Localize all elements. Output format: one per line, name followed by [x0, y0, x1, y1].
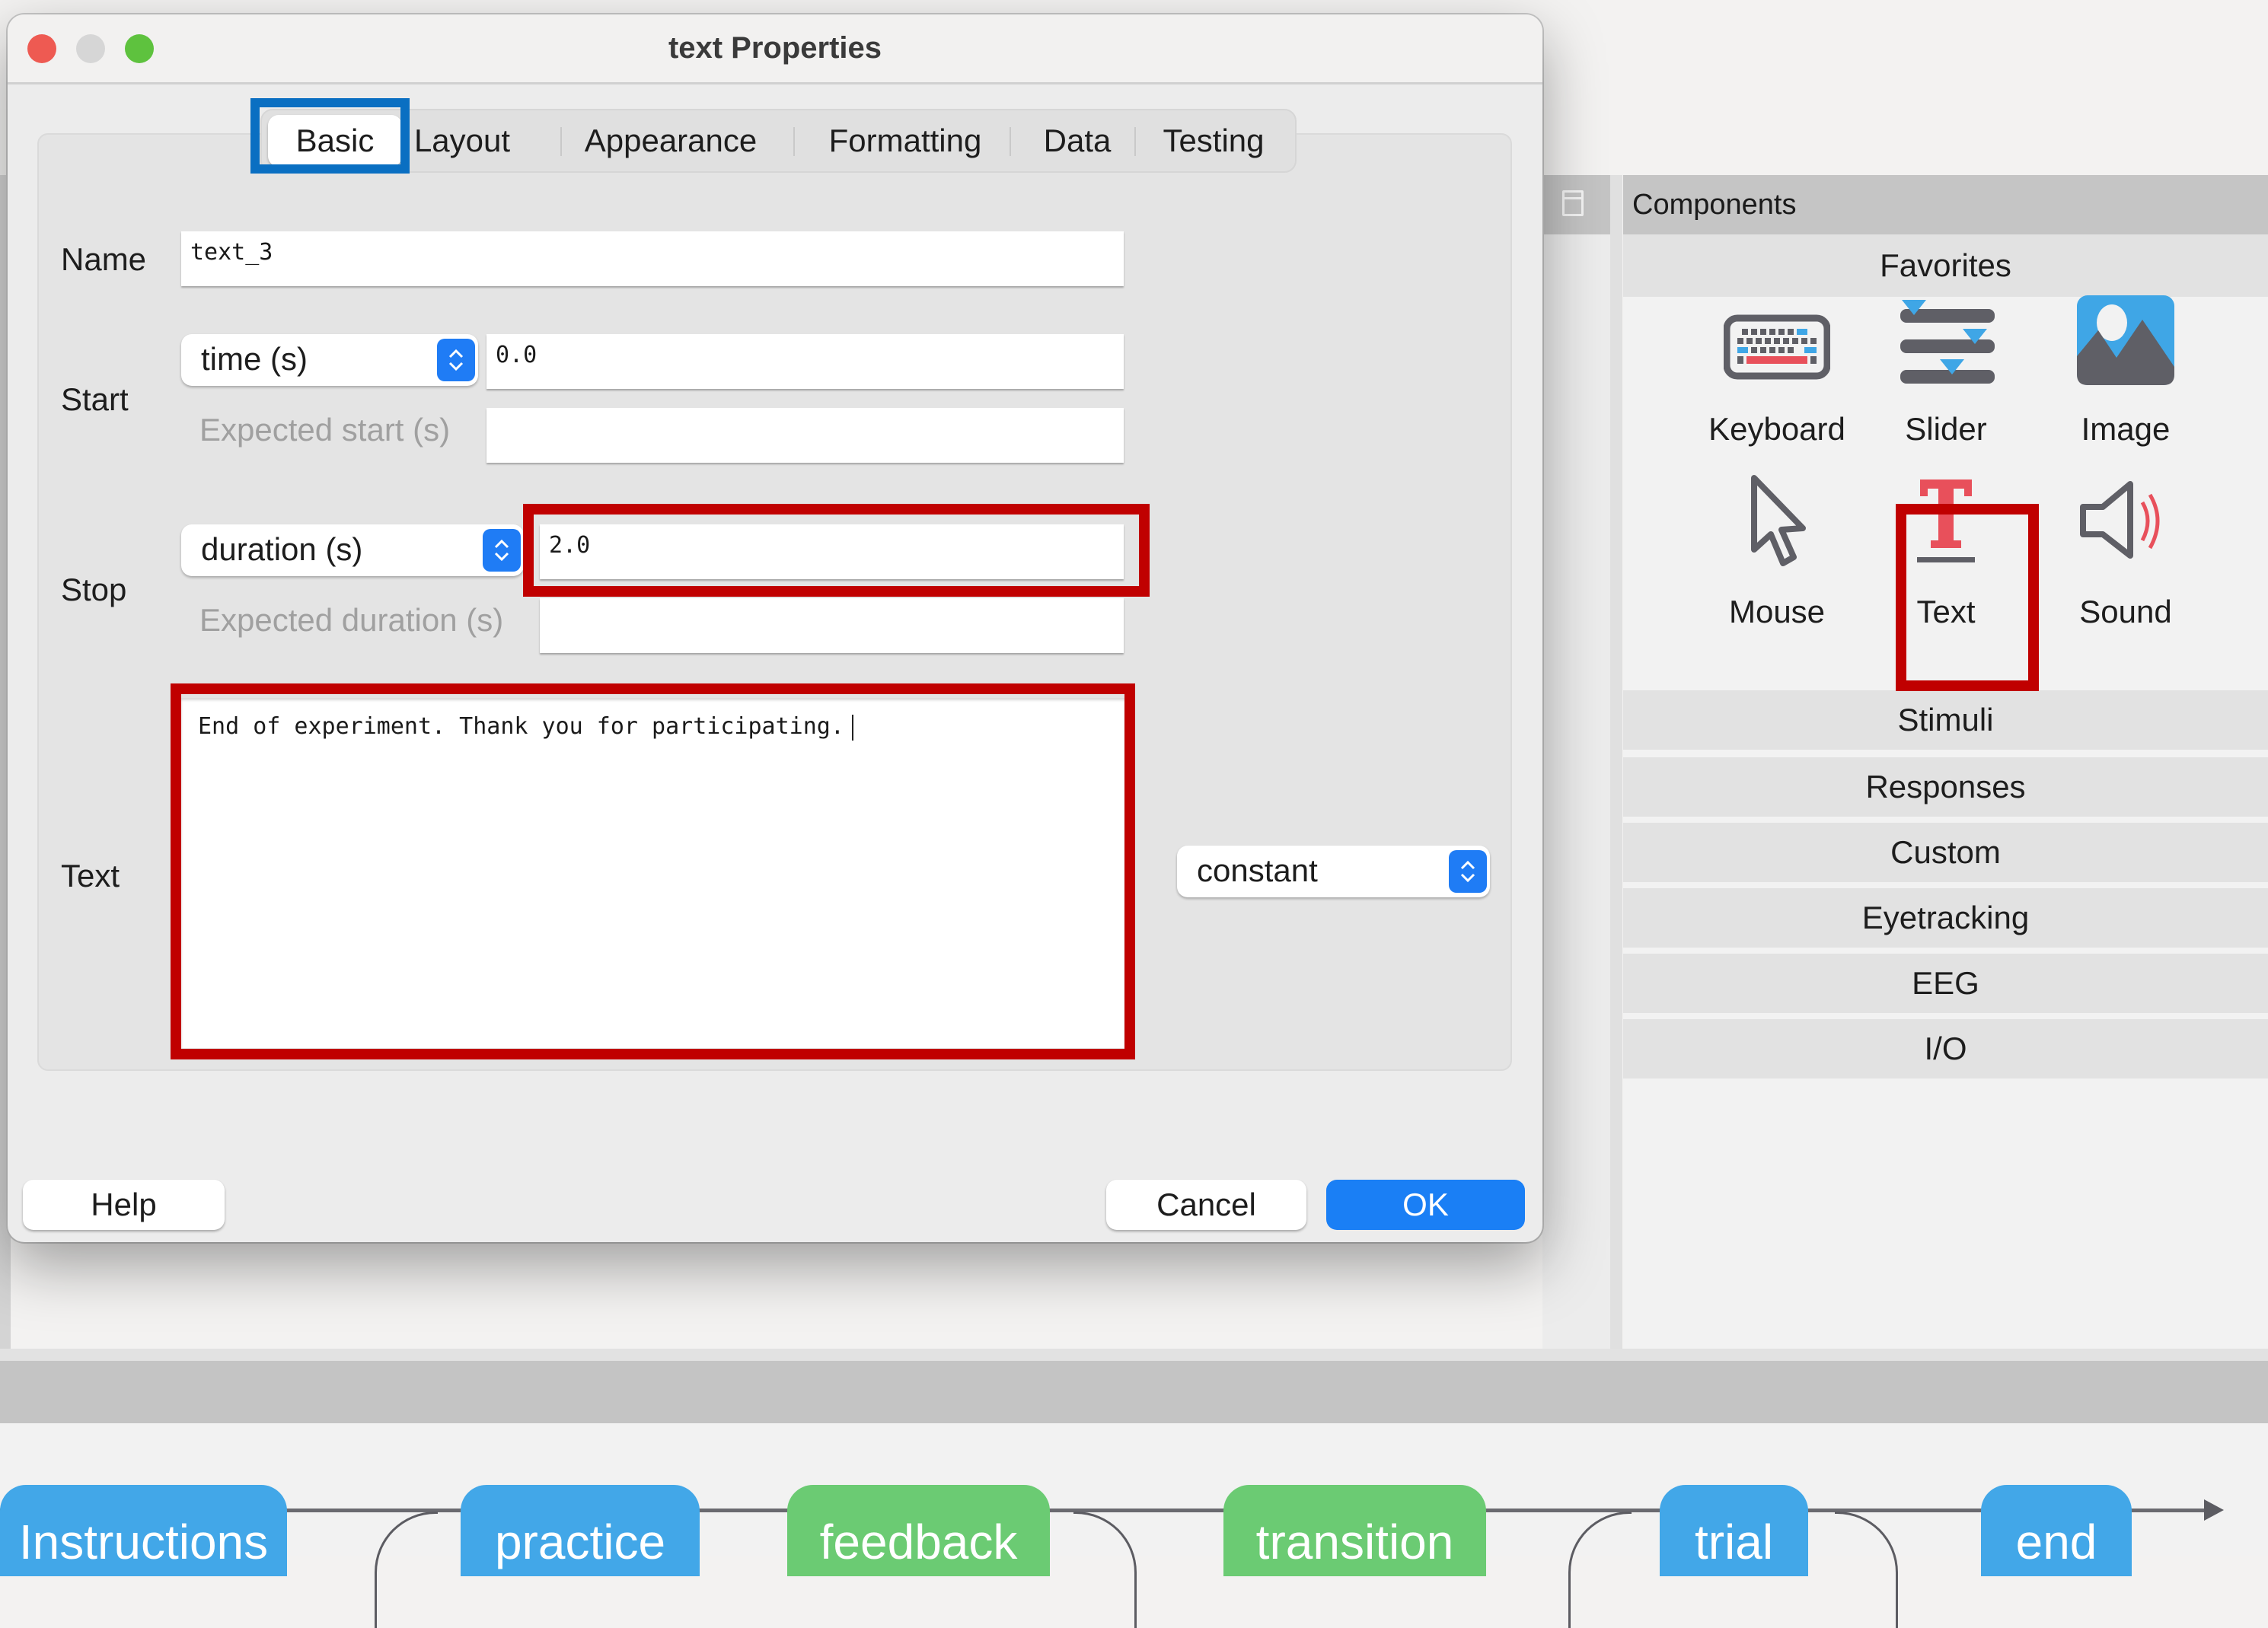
expected-start-input[interactable] — [486, 408, 1124, 463]
category-eeg[interactable]: EEG — [1623, 954, 2268, 1013]
text-content-textarea[interactable]: End of experiment. Thank you for partici… — [181, 698, 1125, 1048]
expected-start-label: Expected start (s) — [199, 412, 451, 448]
component-slider[interactable]: Slider — [1870, 297, 2022, 472]
tab-separator — [1010, 127, 1011, 156]
select-stepper-icon — [1449, 850, 1487, 893]
flow-arrow-icon — [2204, 1499, 2224, 1521]
properties-dialog: text Properties Basic Layout Appearance … — [8, 14, 1542, 1242]
components-panel: Components Favorites Keyboard Slider Ima… — [1623, 175, 2268, 1361]
component-label: Keyboard — [1708, 411, 1845, 447]
category-io[interactable]: I/O — [1623, 1019, 2268, 1078]
component-label: Image — [2081, 411, 2171, 447]
expected-duration-input[interactable] — [540, 598, 1124, 653]
start-type-select[interactable]: time (s) — [181, 334, 478, 386]
speaker-icon — [2080, 481, 2160, 559]
flow-panel-border — [0, 1349, 2268, 1361]
slider-icon — [1900, 300, 1995, 384]
text-caret — [851, 714, 853, 741]
text-update-select[interactable]: constant — [1177, 846, 1490, 897]
category-custom[interactable]: Custom — [1623, 823, 2268, 882]
routine-trial[interactable]: trial — [1660, 1485, 1808, 1576]
routine-practice[interactable]: practice — [461, 1485, 700, 1576]
component-text[interactable]: Text — [1870, 479, 2022, 655]
text-update-value: constant — [1197, 852, 1318, 888]
ok-button[interactable]: OK — [1326, 1180, 1525, 1230]
tab-formatting[interactable]: Formatting — [802, 110, 1008, 171]
help-button[interactable]: Help — [23, 1180, 225, 1230]
text-icon — [1917, 479, 1975, 562]
favorites-grid: Keyboard Slider Image Mouse Text Sound — [1623, 295, 2268, 690]
name-input[interactable]: text_3 — [181, 231, 1124, 286]
component-label: Sound — [2079, 594, 2172, 629]
tab-bar: Basic Layout Appearance Formatting Data … — [260, 109, 1297, 173]
select-stepper-icon — [483, 529, 521, 572]
tab-testing[interactable]: Testing — [1147, 110, 1281, 171]
tab-separator — [1134, 127, 1136, 156]
cancel-button[interactable]: Cancel — [1106, 1180, 1306, 1230]
routine-end[interactable]: end — [1981, 1485, 2132, 1576]
tab-separator — [793, 127, 795, 156]
dialog-titlebar[interactable]: text Properties — [8, 14, 1542, 84]
image-icon — [2077, 295, 2174, 385]
panel-divider[interactable] — [1610, 175, 1622, 1361]
tab-layout[interactable]: Layout — [408, 110, 516, 171]
flow-panel-header — [0, 1361, 2268, 1423]
tab-appearance[interactable]: Appearance — [571, 110, 770, 171]
tab-basic[interactable]: Basic — [268, 115, 402, 167]
flow-timeline — [0, 1509, 2208, 1512]
component-sound[interactable]: Sound — [2049, 479, 2202, 655]
category-responses[interactable]: Responses — [1623, 757, 2268, 817]
routine-feedback[interactable]: feedback — [787, 1485, 1050, 1576]
component-label: Text — [1916, 594, 1976, 629]
start-type-value: time (s) — [201, 341, 308, 377]
category-stimuli[interactable]: Stimuli — [1623, 690, 2268, 750]
tab-data[interactable]: Data — [1020, 110, 1134, 171]
select-stepper-icon — [437, 339, 475, 381]
component-label: Mouse — [1728, 594, 1826, 629]
stop-type-value: duration (s) — [201, 531, 363, 567]
favorites-category[interactable]: Favorites — [1623, 234, 2268, 297]
component-label: Slider — [1905, 411, 1987, 447]
component-image[interactable]: Image — [2049, 295, 2202, 472]
tab-separator — [560, 127, 562, 156]
stop-value-input[interactable]: 2.0 — [540, 524, 1124, 579]
routine-instructions[interactable]: Instructions — [0, 1485, 287, 1576]
component-mouse[interactable]: Mouse — [1701, 475, 1853, 655]
name-label: Name — [61, 241, 147, 277]
keyboard-icon — [1724, 314, 1830, 380]
category-eyetracking[interactable]: Eyetracking — [1623, 888, 2268, 948]
components-header: Components — [1623, 175, 2268, 234]
expected-duration-label: Expected duration (s) — [199, 602, 504, 638]
start-label: Start — [61, 381, 129, 417]
stop-type-select[interactable]: duration (s) — [181, 524, 524, 576]
panel-layout-icon[interactable] — [1562, 190, 1584, 216]
routine-transition[interactable]: transition — [1223, 1485, 1486, 1576]
text-content-value: End of experiment. Thank you for partici… — [198, 713, 844, 740]
start-value-input[interactable]: 0.0 — [486, 334, 1124, 389]
text-label: Text — [61, 858, 120, 894]
stop-label: Stop — [61, 572, 127, 607]
component-keyboard[interactable]: Keyboard — [1701, 297, 1853, 472]
routine-panel-edge — [1542, 175, 1619, 1361]
flow-panel — [0, 1423, 2268, 1556]
dialog-title: text Properties — [668, 31, 882, 65]
mouse-cursor-icon — [1751, 475, 1806, 566]
